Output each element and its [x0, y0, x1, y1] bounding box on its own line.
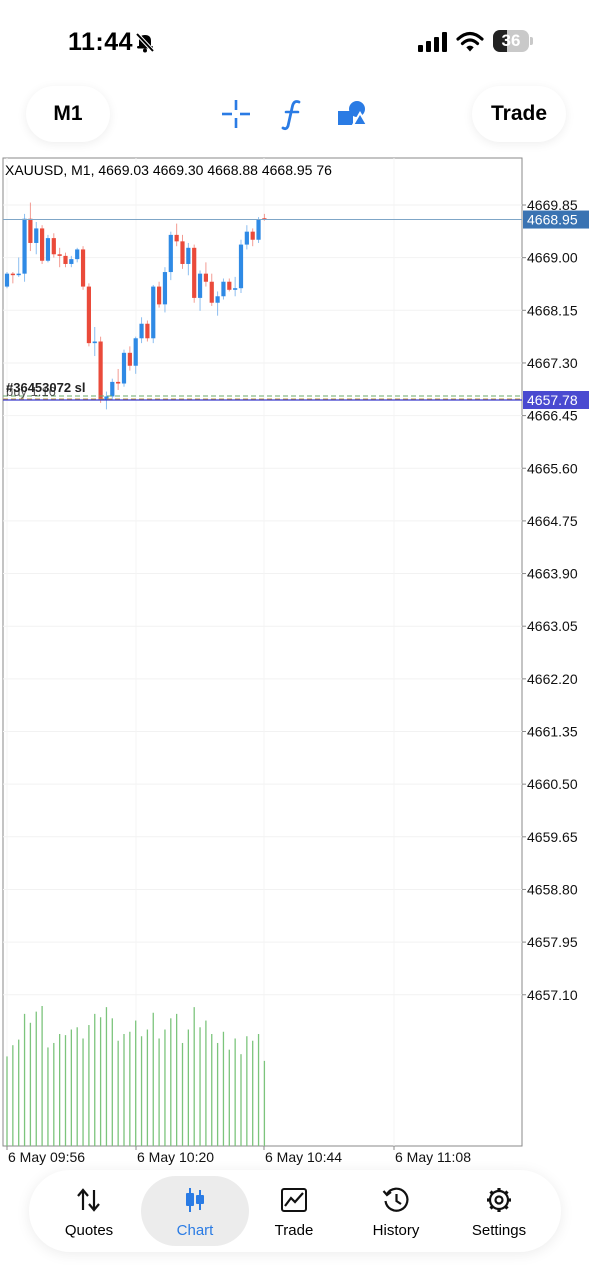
candle-body[interactable] — [16, 273, 21, 276]
y-tick-label: 4662.20 — [527, 671, 578, 687]
objects-icon[interactable] — [332, 94, 372, 134]
x-tick-label: 6 May 10:44 — [265, 1149, 342, 1165]
status-time: 11:44 — [68, 28, 134, 56]
x-tick-label: 6 May 09:56 — [8, 1149, 85, 1165]
y-tick-label: 4657.95 — [527, 934, 578, 950]
y-tick-label: 4660.50 — [527, 776, 578, 792]
candle-body[interactable] — [127, 352, 132, 366]
tab-settings[interactable]: Settings — [449, 1176, 549, 1246]
crosshair-icon[interactable] — [216, 94, 256, 134]
candle-body[interactable] — [80, 249, 86, 287]
y-tick-label: 4657.10 — [527, 987, 578, 1003]
history-clock-icon — [382, 1187, 409, 1212]
candle-body[interactable] — [197, 273, 203, 298]
chart-candles-icon — [186, 1188, 204, 1212]
wifi-icon — [456, 31, 484, 52]
indicator-f-icon[interactable] — [274, 94, 314, 134]
battery-indicator: 36 — [493, 30, 533, 54]
tab-history[interactable]: History — [346, 1176, 446, 1246]
candle-body[interactable] — [151, 286, 156, 339]
candle-body[interactable] — [238, 244, 244, 289]
y-tick-label: 4664.75 — [527, 513, 578, 529]
y-tick-label: 4669.00 — [527, 250, 578, 266]
trade-chart-icon — [281, 1188, 307, 1212]
y-tick-label: 4666.45 — [527, 408, 578, 424]
timeframe-button[interactable]: M1 — [26, 86, 110, 142]
stop-loss-label: 4657.78 — [527, 392, 578, 408]
candle-body[interactable] — [75, 249, 80, 260]
candle-body[interactable] — [92, 341, 97, 344]
chart-toolbar: M1 Trade — [0, 80, 589, 150]
candle-body[interactable] — [192, 247, 197, 298]
candle-body[interactable] — [40, 228, 45, 261]
y-tick-label: 4663.05 — [527, 618, 578, 634]
tab-quotes[interactable]: Quotes — [39, 1176, 139, 1246]
current-price-label: 4668.95 — [527, 212, 578, 228]
y-tick-label: 4668.15 — [527, 302, 578, 318]
y-tick-label: 4665.60 — [527, 460, 578, 476]
candle-body[interactable] — [110, 381, 115, 397]
y-tick-label: 4658.80 — [527, 881, 578, 897]
chart-header: XAUUSD, M1, 4669.03 4669.30 4668.88 4668… — [5, 162, 334, 178]
x-tick-label: 6 May 11:08 — [395, 1149, 471, 1165]
candle-body[interactable] — [180, 241, 185, 264]
candle-body[interactable] — [10, 273, 15, 276]
candle-body[interactable] — [168, 234, 173, 273]
trade-button[interactable]: Trade — [472, 86, 566, 142]
candle-body[interactable] — [133, 338, 138, 366]
candle-body[interactable] — [203, 273, 208, 282]
candle-body[interactable] — [22, 218, 27, 274]
candle-body[interactable] — [233, 288, 238, 290]
candle-body[interactable] — [244, 231, 249, 245]
x-tick-label: 6 May 10:20 — [137, 1149, 214, 1165]
bottom-tab-bar: Quotes Chart Trade History Settings — [29, 1170, 561, 1252]
candle-body[interactable] — [51, 238, 56, 255]
settings-gear-icon — [487, 1188, 511, 1212]
candle-body[interactable] — [57, 254, 62, 256]
status-bar: 11:44 36 — [0, 0, 589, 80]
battery-level: 36 — [501, 31, 521, 50]
price-chart[interactable]: 4669.85 4669.00 4668.15 4667.30 4666.45 4665.… — [0, 156, 589, 1170]
tab-label: History — [372, 1222, 420, 1239]
bell-muted-icon — [135, 32, 155, 53]
y-tick-label: 4667.30 — [527, 355, 578, 371]
candle-body[interactable] — [4, 273, 10, 287]
tab-label: Chart — [176, 1222, 214, 1239]
candle-body[interactable] — [250, 231, 255, 240]
y-tick-label: 4661.35 — [527, 724, 578, 740]
quotes-arrows-icon — [77, 1188, 100, 1212]
candle-body[interactable] — [145, 323, 150, 339]
candle-body[interactable] — [186, 247, 191, 264]
candle-body[interactable] — [28, 218, 33, 243]
candle-body[interactable] — [215, 296, 220, 303]
y-tick-label: 4663.90 — [527, 566, 578, 582]
candle-body[interactable] — [221, 281, 226, 297]
candle-body[interactable] — [98, 341, 103, 400]
candle-body[interactable] — [34, 228, 39, 243]
candle-body[interactable] — [174, 234, 179, 242]
candle-body[interactable] — [86, 286, 91, 344]
candle-body[interactable] — [63, 255, 68, 264]
candle-body[interactable] — [116, 381, 121, 384]
candlestick-chart[interactable]: 4669.854669.004668.154667.304666.454665.… — [0, 156, 589, 1170]
tab-label: Quotes — [64, 1222, 114, 1239]
candle-body[interactable] — [45, 238, 51, 261]
plot-frame — [2, 157, 523, 1147]
candle-body[interactable] — [162, 272, 168, 305]
candle-body[interactable] — [209, 281, 214, 303]
candle-body[interactable] — [69, 259, 74, 264]
tab-trade[interactable]: Trade — [244, 1176, 344, 1246]
candle-body[interactable] — [139, 323, 144, 339]
cellular-signal-icon — [418, 32, 447, 52]
position-label: buy 1.16 — [6, 384, 56, 399]
tab-chart[interactable]: Chart — [141, 1176, 249, 1246]
tab-label: Settings — [471, 1222, 527, 1239]
y-tick-label: 4659.65 — [527, 829, 578, 845]
tab-label: Trade — [274, 1222, 314, 1239]
candle-body[interactable] — [227, 281, 232, 290]
candle-body[interactable] — [256, 219, 261, 240]
candle-body[interactable] — [157, 286, 162, 305]
candle-body[interactable] — [121, 352, 127, 384]
